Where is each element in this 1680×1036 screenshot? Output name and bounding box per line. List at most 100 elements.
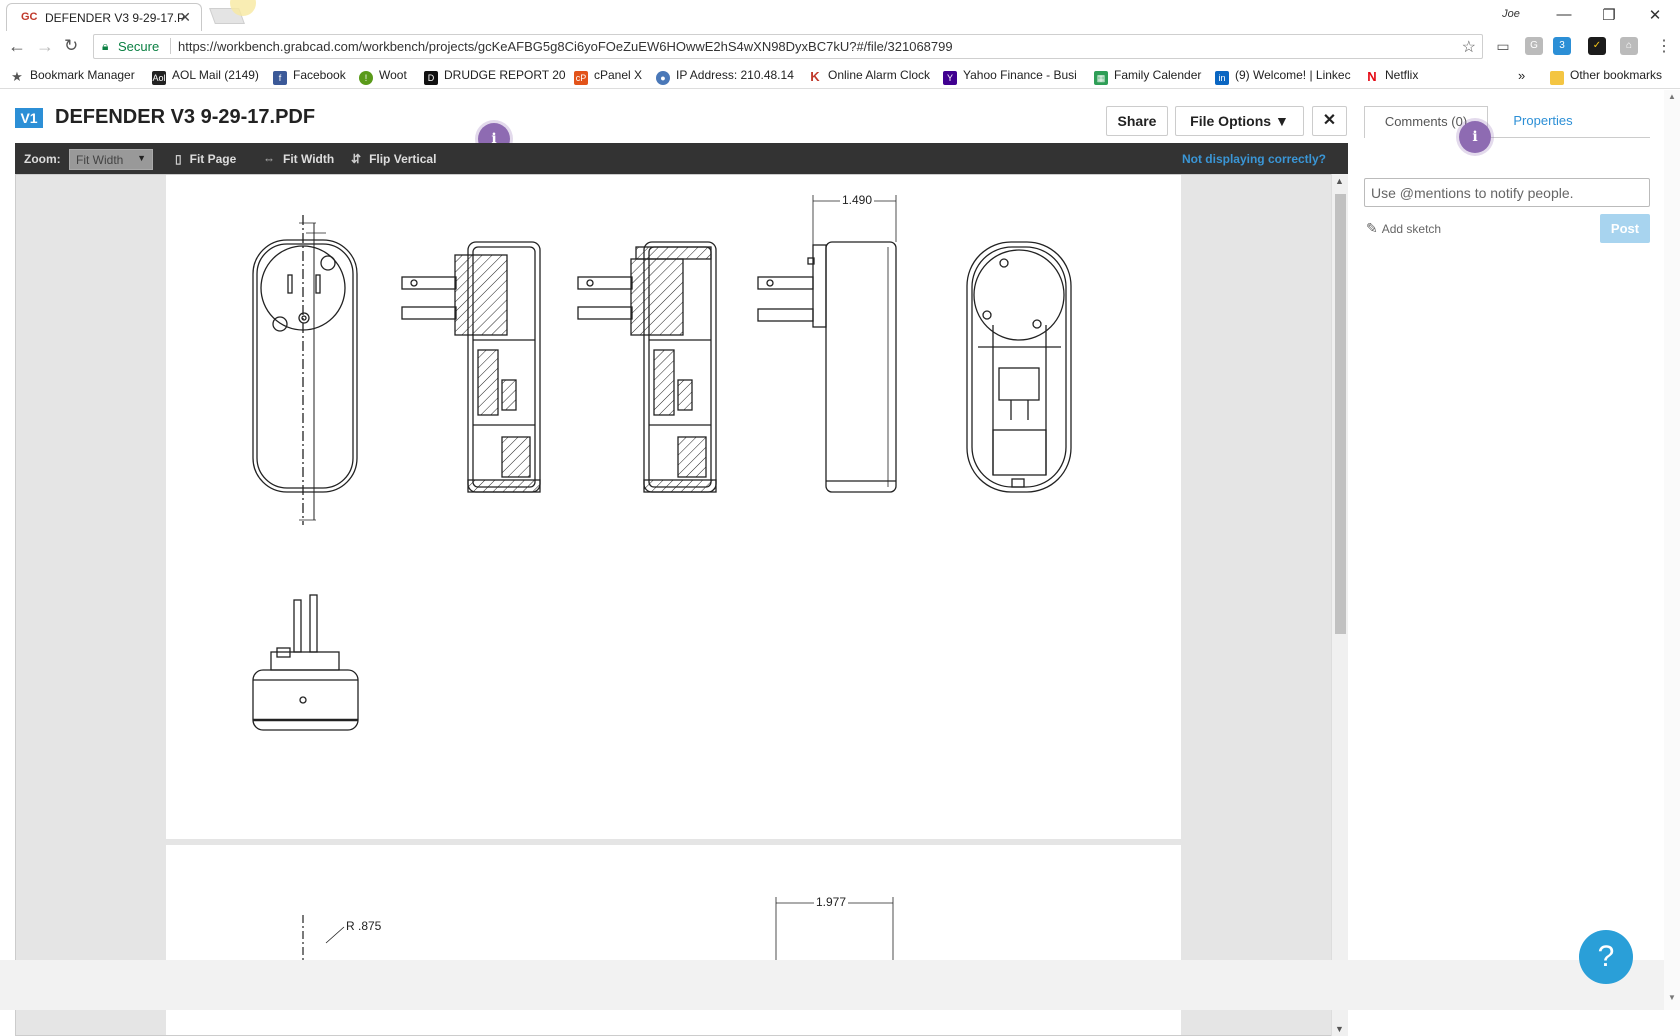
flip-vertical-button[interactable]: ⇵ Flip Vertical (351, 152, 436, 166)
top-view (252, 594, 359, 731)
section-view-b (577, 241, 717, 493)
norton-icon[interactable]: ✓ (1588, 37, 1606, 55)
share-button[interactable]: Share (1106, 106, 1168, 136)
zoom-label: Zoom: (24, 152, 61, 166)
add-sketch-label: Add sketch (1381, 222, 1442, 236)
page-title: DEFENDER V3 9-29-17.PDF (55, 106, 316, 128)
bookmark-item[interactable]: D DRUDGE REPORT 20 (424, 68, 566, 85)
viewer-toolbar: Zoom: Fit Width ▼ ▯ Fit Page ⇔ Fit Width ⇵… (15, 143, 1348, 174)
grabcad-favicon-icon: GC (21, 11, 38, 23)
back-icon[interactable]: ← (8, 36, 26, 57)
comment-input[interactable]: Use @mentions to notify people. (1364, 178, 1650, 207)
bookmark-label: cPanel X (594, 68, 643, 82)
bookmark-item[interactable]: Y Yahoo Finance - Busi (943, 68, 1077, 85)
bookmark-item[interactable]: ★ Bookmark Manager (10, 68, 135, 84)
dropdown-arrow-icon: ▼ (137, 153, 146, 163)
forward-icon[interactable]: → (36, 36, 54, 57)
bookmarks-bar: ★ Bookmark Manager Aol AOL Mail (2149) f Fa… (0, 63, 1680, 89)
bookmark-label: (9) Welcome! | Linkec (1235, 68, 1351, 82)
bookmark-star-icon[interactable]: ☆ (1462, 37, 1476, 57)
add-sketch-link[interactable]: ✎ Add sketch (1366, 220, 1441, 237)
version-badge: V1 (15, 108, 43, 128)
minimize-icon[interactable]: — (1549, 6, 1579, 23)
scroll-down-icon[interactable]: ▼ (1335, 1024, 1344, 1034)
restore-icon[interactable]: ❐ (1594, 6, 1624, 24)
zoom-value: Fit Width (76, 153, 124, 167)
browser-tabstrip: GC DEFENDER V3 9-29-17.PI ✕ Joe — ❐ ✕ (0, 0, 1680, 31)
section-view-a (401, 241, 541, 493)
tab-properties[interactable]: Properties (1488, 106, 1598, 138)
front-view (252, 215, 358, 525)
file-options-label: File Options (1190, 113, 1272, 129)
post-button[interactable]: Post (1600, 214, 1650, 243)
bookmark-item[interactable]: Aol AOL Mail (2149) (152, 68, 259, 85)
window-close-icon[interactable]: ✕ (1640, 6, 1670, 24)
bookmark-item[interactable]: cP cPanel X (574, 68, 642, 85)
radius-label: R .875 (346, 919, 382, 933)
extension-badge-icon[interactable]: 3 (1553, 37, 1571, 55)
dimension-label: 1.490 (840, 193, 875, 207)
not-displaying-link[interactable]: Not displaying correctly? (1182, 152, 1326, 166)
fit-page-button[interactable]: ▯ Fit Page (175, 152, 236, 166)
url-text[interactable]: https://workbench.grabcad.com/workbench/… (178, 39, 953, 54)
extension-icon[interactable]: ⌂ (1620, 37, 1638, 55)
pdf-page-1: 1.490 (166, 175, 1181, 839)
info-hotspot-icon[interactable]: i (1459, 121, 1491, 153)
bookmark-label: Online Alarm Clock (828, 68, 931, 82)
bookmark-item[interactable]: f Facebook (273, 68, 346, 85)
bookmark-label: AOL Mail (2149) (172, 68, 259, 82)
flip-vertical-icon: ⇵ (351, 152, 362, 166)
pencil-icon: ✎ (1366, 220, 1378, 236)
g-extension-icon[interactable]: G (1525, 37, 1543, 55)
page-scrollbar[interactable]: ▲ ▼ (1664, 90, 1680, 1010)
tab-close-icon[interactable]: ✕ (179, 9, 191, 26)
bookmark-item[interactable]: ! Woot (359, 68, 407, 85)
bookmark-label: Facebook (293, 68, 346, 82)
page-scroll-up-icon[interactable]: ▲ (1668, 92, 1676, 101)
browser-tab[interactable]: GC DEFENDER V3 9-29-17.PI ✕ (6, 3, 202, 31)
bookmark-item[interactable]: ● IP Address: 210.48.14 (656, 68, 794, 85)
scroll-up-icon[interactable]: ▲ (1335, 176, 1344, 186)
grabcad-workbench: V1 DEFENDER V3 9-29-17.PDF Share File Op… (0, 90, 1680, 1036)
browser-toolbar: ← → ↻ 🔒︎ Secure https://workbench.grabca… (0, 31, 1680, 63)
reload-icon[interactable]: ↻ (64, 36, 78, 56)
fit-width-label: Fit Width (283, 152, 335, 166)
pdf-viewer[interactable]: 1.490 1.977 R .875 (15, 174, 1348, 1036)
bookmark-label: Bookmark Manager (30, 68, 135, 82)
caret-down-icon: ▼ (1274, 113, 1289, 129)
cast-icon[interactable]: ▭ (1494, 37, 1512, 55)
collapse-arrows-icon: ✕ (1322, 112, 1337, 129)
fit-page-label: Fit Page (189, 152, 237, 166)
bookmark-label: DRUDGE REPORT 20 (444, 68, 566, 82)
bookmark-label: Woot (379, 68, 407, 82)
bookmarks-overflow-icon[interactable]: » (1518, 68, 1525, 83)
user-name[interactable]: Joe (1496, 8, 1526, 20)
fit-width-button[interactable]: ⇔ Fit Width (263, 152, 334, 166)
bookmark-item[interactable]: K Online Alarm Clock (808, 68, 930, 84)
fit-width-icon: ⇔ (263, 152, 275, 166)
browser-menu-icon[interactable]: ⋮ (1656, 36, 1672, 56)
side-view (757, 195, 897, 493)
scrollbar-thumb[interactable] (1335, 194, 1346, 634)
dimension-label-page-2: 1.977 (814, 895, 849, 909)
bookmark-item[interactable]: N Netflix (1365, 68, 1418, 84)
tab-divider (1488, 137, 1650, 138)
technical-drawing (252, 195, 1072, 731)
bookmark-item[interactable]: in (9) Welcome! | Linkec (1215, 68, 1351, 85)
other-bookmarks[interactable]: Other bookmarks (1550, 68, 1662, 85)
address-bar[interactable]: 🔒︎ Secure https://workbench.grabcad.com/… (93, 34, 1483, 59)
bookmark-label: Family Calender (1114, 68, 1202, 82)
zoom-select[interactable]: Fit Width ▼ (69, 149, 153, 170)
page-scroll-down-icon[interactable]: ▼ (1668, 993, 1676, 1002)
bookmark-label: Netflix (1385, 68, 1419, 82)
bookmark-item[interactable]: ▦ Family Calender (1094, 68, 1201, 85)
secure-label: Secure (118, 39, 160, 54)
viewer-scrollbar[interactable]: ▲ ▼ (1331, 174, 1348, 1036)
fullscreen-button[interactable]: ✕ (1312, 106, 1347, 136)
bookmark-label: IP Address: 210.48.14 (676, 68, 794, 82)
bookmark-label: Yahoo Finance - Busi (963, 68, 1077, 82)
right-panel: Comments (0) Properties Use @mentions to… (1364, 106, 1650, 506)
help-button[interactable]: ? (1579, 930, 1633, 984)
file-options-button[interactable]: File Options ▼ (1175, 106, 1304, 136)
fit-page-icon: ▯ (175, 152, 182, 166)
